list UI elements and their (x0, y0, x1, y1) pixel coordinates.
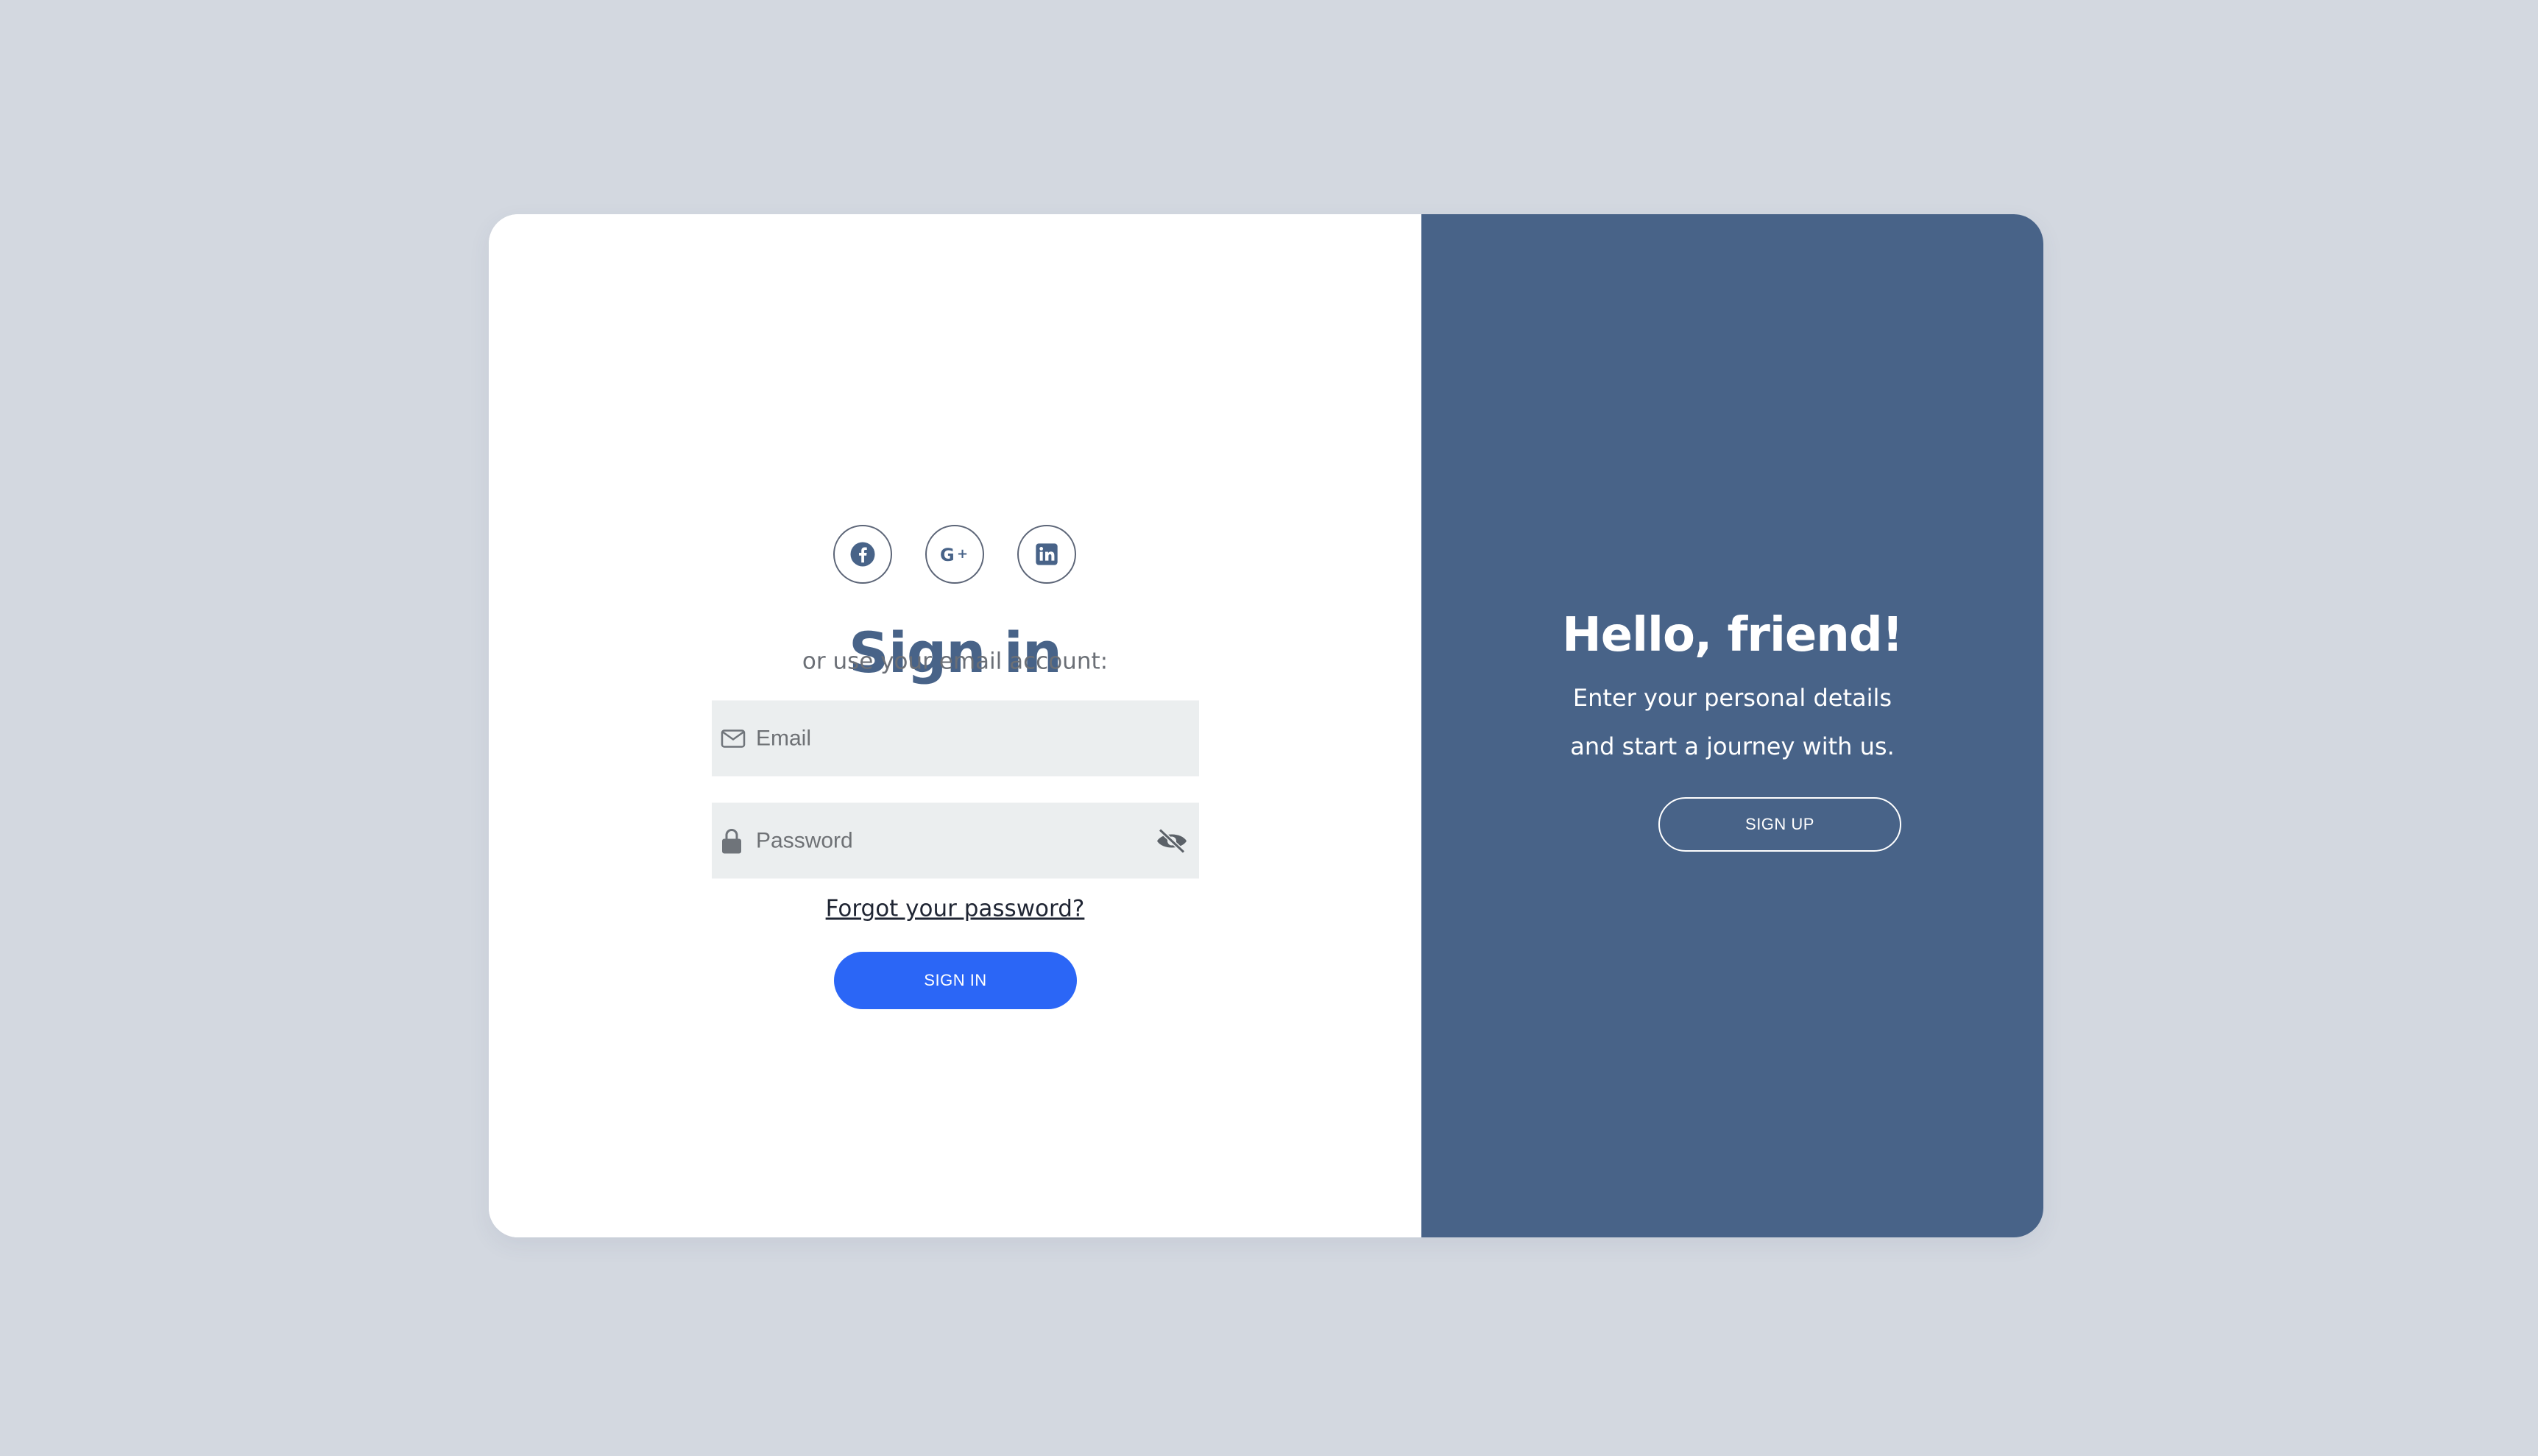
sign-up-button[interactable]: SIGN UP (1658, 797, 1901, 852)
svg-text:G: G (940, 545, 955, 565)
signin-panel: Sign in G + or use your email account: E… (489, 214, 1421, 1237)
facebook-button[interactable] (833, 525, 892, 584)
mail-icon (721, 728, 746, 749)
password-input[interactable] (756, 802, 1148, 879)
linkedin-button[interactable] (1017, 525, 1076, 584)
sign-in-button[interactable]: SIGN IN (834, 952, 1077, 1009)
welcome-text-line-1: Enter your personal details (1572, 684, 1892, 712)
password-field[interactable] (712, 802, 1199, 879)
welcome-title: Hello, friend! (1562, 608, 1904, 662)
google-plus-button[interactable]: G + (925, 525, 984, 584)
email-input[interactable] (756, 700, 1148, 777)
google-plus-icon: G + (939, 543, 971, 565)
welcome-text-line-2: and start a journey with us. (1570, 732, 1895, 760)
lock-icon (721, 827, 743, 854)
svg-text:+: + (957, 546, 968, 562)
email-field[interactable] (712, 700, 1199, 777)
alt-signin-text: or use your email account: (802, 648, 1109, 675)
forgot-password-link[interactable]: Forgot your password? (489, 897, 1421, 921)
auth-card: Sign in G + or use your email account: E… (489, 214, 2043, 1237)
welcome-panel: Hello, friend! Enter your personal detai… (1421, 214, 2043, 1237)
linkedin-icon (1035, 543, 1058, 566)
eye-slash-icon[interactable] (1155, 827, 1189, 854)
facebook-icon (849, 541, 876, 568)
